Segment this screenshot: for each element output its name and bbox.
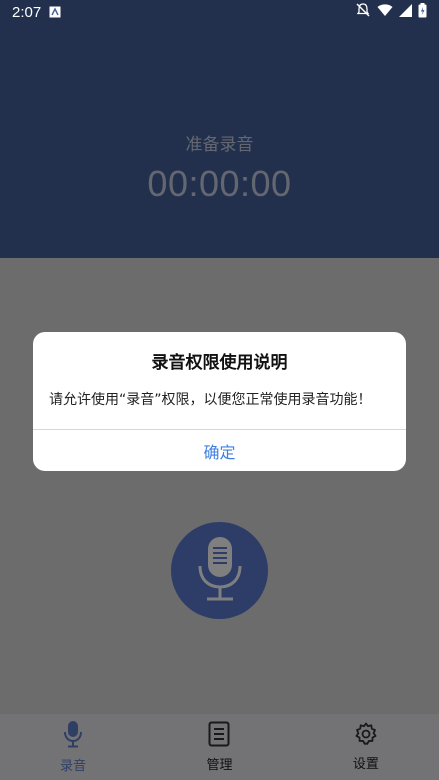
- wifi-icon: [377, 3, 393, 21]
- dialog-message: 请允许使用“录音”权限，以便您正常使用录音功能！: [49, 392, 372, 408]
- confirm-button[interactable]: 确定: [33, 430, 406, 471]
- battery-icon: [418, 2, 427, 22]
- permission-dialog: 录音权限使用说明 请允许使用“录音”权限，以便您正常使用录音功能！ 确定: [33, 332, 406, 471]
- signal-icon: [399, 3, 412, 21]
- notification-icon: [49, 6, 61, 18]
- dialog-title: 录音权限使用说明: [151, 353, 288, 373]
- status-icons: [355, 2, 427, 22]
- app-root: 2:07 准备录音 00:00:00: [0, 0, 439, 780]
- status-bar: 2:07: [0, 0, 439, 24]
- status-time: 2:07: [12, 3, 42, 21]
- notifications-off-icon: [355, 2, 371, 22]
